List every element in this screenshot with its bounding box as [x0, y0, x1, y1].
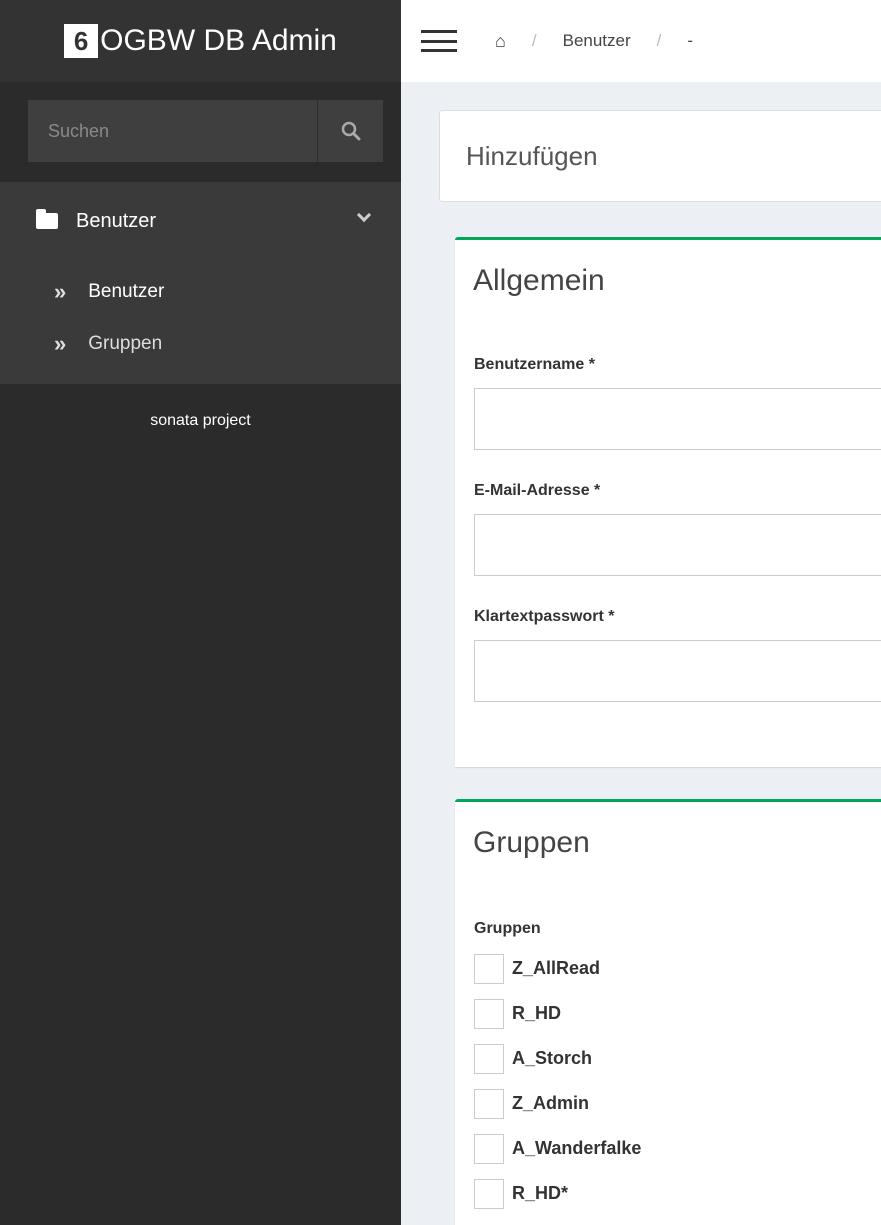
- username-group: Benutzername *: [455, 356, 881, 450]
- sidebar: 6 OGBW DB Admin Benutzer » Benutzer » Gr…: [0, 0, 401, 1225]
- sidebar-section-benutzer[interactable]: Benutzer: [0, 182, 401, 260]
- search-button[interactable]: [317, 100, 383, 162]
- groups-group: Gruppen Z_AllRead R_HD A_Storch Z_Admin: [455, 920, 881, 1216]
- checkbox[interactable]: [474, 1133, 504, 1164]
- groups-box: Gruppen Gruppen Z_AllRead R_HD A_Storch: [455, 799, 881, 1225]
- group-option-z-admin[interactable]: Z_Admin: [474, 1081, 881, 1126]
- double-chevron-right-icon: »: [54, 279, 67, 304]
- page-title: Hinzufügen: [439, 110, 881, 202]
- checkbox[interactable]: [474, 1178, 504, 1209]
- checkbox-label: R_HD*: [512, 1183, 569, 1203]
- checkbox[interactable]: [474, 953, 504, 984]
- group-option-z-allread[interactable]: Z_AllRead: [474, 946, 881, 991]
- logo-icon: 6: [64, 24, 99, 58]
- search-input[interactable]: [28, 100, 317, 162]
- general-box-title: Allgemein: [473, 264, 605, 297]
- checkbox-label: Z_Admin: [512, 1093, 590, 1113]
- group-option-r-hd[interactable]: R_HD: [474, 991, 881, 1036]
- sidebar-search: [28, 100, 383, 162]
- password-group: Klartextpasswort *: [455, 608, 881, 702]
- email-input[interactable]: [474, 514, 881, 576]
- app-logo[interactable]: 6 OGBW DB Admin: [0, 0, 401, 82]
- app-title: OGBW DB Admin: [100, 24, 337, 57]
- sidebar-menu: Benutzer » Benutzer » Gruppen: [0, 182, 401, 384]
- topbar: ⌂ / Benutzer / -: [401, 0, 881, 82]
- sidebar-item-gruppen[interactable]: » Gruppen: [0, 318, 401, 370]
- email-group: E-Mail-Adresse *: [455, 482, 881, 576]
- menu-toggle-icon[interactable]: [421, 30, 457, 52]
- checkbox[interactable]: [474, 998, 504, 1029]
- password-label: Klartextpasswort *: [474, 608, 615, 625]
- sidebar-submenu: » Benutzer » Gruppen: [0, 260, 401, 384]
- search-icon: [341, 121, 360, 141]
- group-option-a-wanderfalke[interactable]: A_Wanderfalke: [474, 1126, 881, 1171]
- general-box: Allgemein Benutzername * E-Mail-Adresse …: [455, 237, 881, 767]
- groups-label: Gruppen: [474, 920, 541, 937]
- username-label: Benutzername *: [474, 356, 595, 373]
- group-option-r-hd-star[interactable]: R_HD*: [474, 1171, 881, 1216]
- email-label: E-Mail-Adresse *: [474, 482, 601, 499]
- breadcrumb-item-benutzer[interactable]: Benutzer: [563, 31, 631, 51]
- checkbox-label: A_Wanderfalke: [512, 1138, 642, 1158]
- main-content: Hinzufügen Allgemein Benutzername * E-Ma…: [401, 82, 881, 1225]
- group-option-a-storch[interactable]: A_Storch: [474, 1036, 881, 1081]
- sidebar-section-label: Benutzer: [76, 209, 157, 232]
- sidebar-item-benutzer[interactable]: » Benutzer: [0, 266, 401, 318]
- checkbox-label: A_Storch: [512, 1048, 593, 1068]
- double-chevron-right-icon: »: [54, 331, 67, 356]
- sidebar-item-label: Benutzer: [88, 281, 165, 302]
- checkbox[interactable]: [474, 1043, 504, 1074]
- breadcrumb-separator: /: [531, 31, 537, 50]
- breadcrumb-current: -: [687, 31, 694, 50]
- chevron-down-icon: [356, 207, 372, 223]
- footer-brand-link[interactable]: sonata project: [0, 412, 401, 430]
- breadcrumb-separator: /: [656, 31, 662, 50]
- folder-icon: [36, 209, 58, 229]
- home-icon[interactable]: ⌂: [495, 31, 506, 52]
- sidebar-item-label: Gruppen: [88, 333, 163, 354]
- password-input[interactable]: [474, 640, 881, 702]
- username-input[interactable]: [474, 388, 881, 450]
- checkbox-label: R_HD: [512, 1003, 562, 1023]
- groups-box-title: Gruppen: [473, 826, 590, 859]
- groups-checkbox-list: Z_AllRead R_HD A_Storch Z_Admin A_Wander…: [474, 946, 881, 1216]
- checkbox[interactable]: [474, 1088, 504, 1119]
- checkbox-label: Z_AllRead: [512, 958, 601, 978]
